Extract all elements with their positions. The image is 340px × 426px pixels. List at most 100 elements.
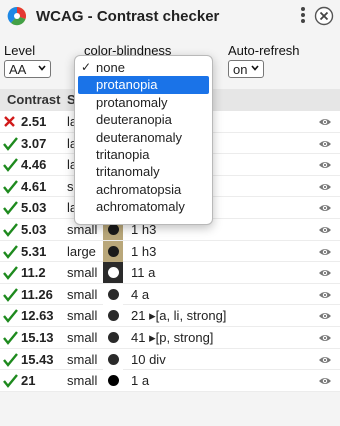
dropdown-option-none[interactable]: ✓ none — [75, 59, 212, 76]
contrast-ratio: 15.13 — [21, 330, 54, 345]
element-info[interactable]: 41 ▸[p, strong] — [131, 330, 213, 346]
eye-icon[interactable] — [318, 138, 332, 150]
auto-refresh-select[interactable]: on — [228, 60, 264, 78]
auto-refresh-value: on — [233, 62, 248, 77]
text-color-dot — [108, 267, 119, 279]
dropdown-option-protanomaly[interactable]: protanomaly — [75, 94, 212, 111]
eye-icon[interactable] — [318, 181, 332, 193]
color-swatch — [103, 262, 123, 284]
dropdown-option-label: protanopia — [96, 77, 158, 93]
text-size: small — [67, 351, 98, 367]
dropdown-option-label: none — [96, 60, 125, 75]
checkmark-icon — [3, 266, 18, 281]
dropdown-option-protanopia[interactable]: protanopia — [78, 76, 209, 94]
checkmark-icon — [3, 244, 18, 259]
text-color-dot — [108, 288, 119, 300]
contrast-ratio: 11.26 — [21, 286, 53, 302]
eye-icon[interactable] — [318, 159, 332, 171]
text-size: small — [67, 373, 98, 389]
table-row[interactable]: 11.2 small 11 a — [0, 262, 340, 284]
text-color-dot — [108, 224, 119, 235]
contrast-ratio: 2.51 — [21, 114, 47, 129]
element-info[interactable]: 1 a — [131, 373, 149, 388]
kebab-menu-icon[interactable] — [297, 6, 309, 26]
color-swatch — [103, 240, 123, 262]
dropdown-option-deuteranomaly[interactable]: deuteranomaly — [75, 129, 212, 146]
contrast-ratio: 4.61 — [21, 178, 47, 194]
color-swatch — [103, 348, 123, 370]
table-row[interactable]: 11.26 small 4 a — [0, 283, 340, 306]
dropdown-option-achromatomaly[interactable]: achromatomaly — [75, 198, 212, 215]
table-row[interactable]: 15.43 small 10 div — [0, 348, 340, 371]
level-label: Level — [4, 43, 36, 58]
checkmark-icon — [3, 201, 18, 216]
contrast-ratio: 3.07 — [21, 135, 47, 151]
text-size: large — [67, 243, 96, 259]
element-info[interactable]: 4 a — [131, 287, 149, 302]
table-row[interactable]: 21 small 1 a — [0, 370, 340, 392]
checkmark-icon — [3, 158, 18, 173]
column-header-contrast[interactable]: Contrast — [7, 92, 60, 107]
dropdown-option-tritanopia[interactable]: tritanopia — [75, 146, 212, 163]
color-blindness-dropdown[interactable]: ✓ none protanopia protanomaly deuteranopia de… — [74, 55, 213, 225]
text-size: small — [67, 265, 98, 281]
checkmark-icon — [3, 374, 18, 389]
contrast-ratio: 4.46 — [21, 157, 47, 173]
eye-icon[interactable] — [318, 116, 332, 128]
contrast-ratio: 11.2 — [21, 265, 46, 281]
element-info[interactable]: 21 ▸[a, li, strong] — [131, 308, 226, 324]
checkmark-icon — [3, 352, 18, 367]
text-size: small — [67, 286, 98, 302]
level-select[interactable]: AA — [4, 60, 51, 78]
eye-icon[interactable] — [318, 310, 332, 322]
text-color-dot — [108, 353, 119, 365]
table-row[interactable]: 15.13 small 41 ▸[p, strong] — [0, 327, 340, 349]
contrast-ratio: 5.03 — [21, 200, 47, 216]
eye-icon[interactable] — [318, 289, 332, 301]
element-info[interactable]: 10 div — [131, 352, 166, 367]
eye-icon[interactable] — [318, 246, 332, 258]
eye-icon[interactable] — [318, 202, 332, 214]
cross-icon — [4, 116, 15, 127]
auto-refresh-label: Auto-refresh — [228, 43, 300, 58]
checkmark-icon — [3, 309, 18, 324]
app-title: WCAG - Contrast checker — [36, 8, 220, 25]
dropdown-option-achromatopsia[interactable]: achromatopsia — [75, 181, 212, 198]
checkmark-icon — [3, 136, 18, 151]
contrast-ratio: 21 — [21, 373, 36, 389]
dropdown-option-deuteranopia[interactable]: deuteranopia — [75, 111, 212, 128]
contrast-ratio: 5.31 — [21, 243, 47, 259]
table-row[interactable]: 5.31 large 1 h3 — [0, 240, 340, 263]
element-info[interactable]: 11 a — [131, 265, 155, 280]
text-color-dot — [108, 332, 119, 343]
color-swatch — [103, 327, 123, 348]
dropdown-option-label: protanomaly — [96, 94, 168, 110]
contrast-ratio: 15.43 — [21, 351, 54, 367]
chevron-down-icon — [251, 65, 259, 71]
contrast-ratio: 5.03 — [21, 222, 47, 237]
text-color-dot — [108, 245, 119, 257]
element-info[interactable]: 1 h3 — [131, 244, 156, 259]
checkmark-icon — [3, 288, 18, 302]
text-size: small — [67, 330, 98, 345]
dropdown-option-label: tritanopia — [96, 146, 150, 162]
eye-icon[interactable] — [318, 267, 332, 279]
check-icon: ✓ — [81, 60, 92, 74]
chevron-down-icon — [38, 65, 46, 71]
color-swatch — [103, 370, 123, 392]
text-color-dot — [108, 310, 119, 322]
color-swatch — [103, 283, 123, 305]
eye-icon[interactable] — [318, 224, 332, 236]
text-size: small — [67, 308, 98, 324]
color-wheel-icon — [7, 6, 27, 26]
dropdown-option-label: achromatopsia — [96, 181, 182, 197]
color-swatch — [103, 305, 123, 327]
dropdown-option-tritanomaly[interactable]: tritanomaly — [75, 163, 212, 180]
dropdown-option-label: deuteranopia — [96, 112, 172, 128]
checkmark-icon — [3, 180, 18, 194]
close-icon[interactable] — [314, 6, 334, 26]
eye-icon[interactable] — [318, 332, 332, 344]
table-row[interactable]: 12.63 small 21 ▸[a, li, strong] — [0, 305, 340, 327]
eye-icon[interactable] — [318, 375, 332, 387]
eye-icon[interactable] — [318, 354, 332, 366]
